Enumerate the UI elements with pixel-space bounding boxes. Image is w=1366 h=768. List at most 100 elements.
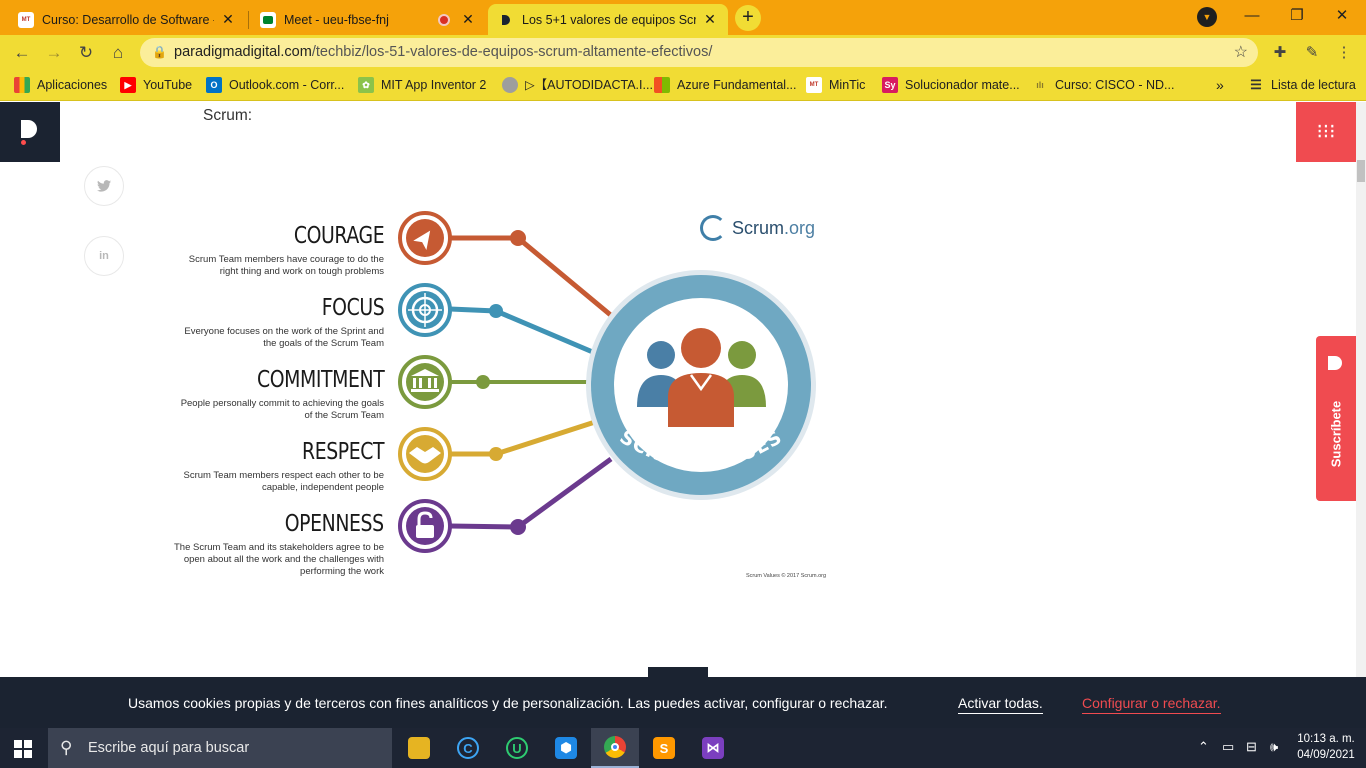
reading-list-button[interactable]: ☰ Lista de lectura: [1248, 70, 1356, 100]
close-window-button[interactable]: ✕: [1320, 4, 1364, 30]
svg-text:SCRUM VALUES: SCRUM VALUES: [616, 429, 787, 473]
box-icon[interactable]: ⬢: [542, 728, 590, 768]
browser-toolbar: ← → ↻ ⌂ 🔒 paradigmadigital.com/techbiz/l…: [0, 35, 1366, 70]
paradigma-logo[interactable]: [0, 102, 60, 162]
close-tab-icon[interactable]: ✕: [220, 11, 236, 28]
tab-separator: [248, 11, 249, 29]
outlook-icon: O: [206, 77, 222, 93]
handshake-icon: [398, 427, 452, 481]
visual-studio-icon[interactable]: ⋈: [689, 728, 737, 768]
bookmark-label: Solucionador mate...: [905, 78, 1020, 92]
bookmark-mit-app-inventor[interactable]: ✿ MIT App Inventor 2: [358, 70, 486, 100]
grid-menu-icon: ⁝⁝⁝: [1316, 121, 1336, 143]
file-explorer-icon[interactable]: [395, 728, 443, 768]
value-desc-commitment: People personally commit to achieving th…: [180, 398, 384, 421]
scrum-org-swirl-icon: [700, 215, 726, 241]
taskbar-search-placeholder: Escribe aquí para buscar: [88, 740, 250, 756]
search-icon: ⚲: [60, 738, 73, 757]
more-bookmarks-button[interactable]: »: [1216, 70, 1224, 100]
rocket-icon: [398, 211, 452, 265]
bookmark-azure[interactable]: Azure Fundamental...: [654, 70, 797, 100]
cisco-icon: ılı: [1036, 80, 1044, 90]
reload-icon[interactable]: ↻: [72, 39, 100, 67]
bookmark-label: Curso: CISCO - ND...: [1055, 78, 1175, 92]
bookmark-star-icon[interactable]: ☆: [1234, 38, 1248, 67]
lock-icon: 🔒: [152, 45, 167, 59]
recording-icon: [438, 13, 450, 26]
minimize-button[interactable]: —: [1230, 4, 1274, 30]
address-bar[interactable]: 🔒 paradigmadigital.com/techbiz/los-51-va…: [140, 38, 1258, 67]
bookmark-symbolab[interactable]: Sy Solucionador mate...: [882, 70, 1020, 100]
reading-list-icon: ☰: [1250, 77, 1262, 92]
upwork-icon[interactable]: U: [493, 728, 541, 768]
paradigma-icon: [498, 12, 514, 28]
profile-icon[interactable]: ▼: [1197, 7, 1217, 27]
share-twitter-button[interactable]: [84, 166, 124, 206]
scrum-org-suffix: .org: [784, 217, 816, 238]
chrome-icon[interactable]: [591, 728, 639, 768]
apps-grid-icon: [14, 77, 30, 93]
connector-openness: [449, 456, 613, 535]
bank-icon: [398, 355, 452, 409]
value-desc-focus: Everyone focuses on the work of the Spri…: [184, 326, 384, 349]
url-host: paradigmadigital.com: [174, 44, 312, 60]
page-scrollbar[interactable]: [1356, 102, 1366, 678]
connector-respect: [450, 419, 596, 461]
bookmark-label: YouTube: [143, 78, 193, 92]
connector-focus: [449, 304, 596, 356]
symbolab-icon: Sy: [882, 77, 898, 93]
reading-list-label: Lista de lectura: [1271, 78, 1356, 92]
value-title-openness: OPENNESS: [285, 511, 384, 537]
cookie-accept-link[interactable]: Activar todas.: [958, 695, 1043, 714]
linkedin-icon: in: [99, 250, 109, 262]
tray-expand-icon[interactable]: ⌃: [1198, 739, 1209, 755]
bookmark-mintic[interactable]: MT MinTic: [806, 70, 865, 100]
youtube-icon: ▶: [120, 77, 136, 93]
forward-icon[interactable]: →: [40, 39, 68, 67]
mision-tic-icon: MT: [18, 11, 34, 28]
bookmark-outlook[interactable]: O Outlook.com - Corr...: [206, 70, 344, 100]
tab-meet[interactable]: Meet - ueu-fbse-fnj ✕: [250, 4, 486, 35]
ccleaner-icon[interactable]: C: [444, 728, 492, 768]
new-tab-button[interactable]: +: [735, 5, 761, 31]
extension-pen-icon[interactable]: ✎: [1298, 39, 1326, 67]
taskbar-search-box[interactable]: ⚲ Escribe aquí para buscar: [48, 728, 392, 768]
bookmark-aplicaciones[interactable]: Aplicaciones: [14, 70, 107, 100]
back-icon[interactable]: ←: [8, 39, 36, 67]
extensions-icon[interactable]: ✚: [1266, 39, 1294, 67]
bookmarks-bar: Aplicaciones ▶ YouTube O Outlook.com - Cor…: [0, 70, 1366, 101]
volume-icon[interactable]: 🕪: [1270, 739, 1278, 755]
maximize-button[interactable]: ❐: [1275, 4, 1319, 30]
padlock-icon: [398, 499, 452, 553]
network-icon[interactable]: ⊟: [1246, 739, 1257, 755]
scrollbar-thumb[interactable]: [1357, 160, 1365, 182]
cookie-banner: Usamos cookies propias y de terceros con…: [0, 677, 1366, 728]
bookmark-youtube[interactable]: ▶ YouTube: [120, 70, 192, 100]
clock-date: 04/09/2021: [1297, 749, 1355, 761]
tab-curso-desarrollo[interactable]: MT Curso: Desarrollo de Software - C ✕: [8, 4, 246, 35]
bookmark-cisco[interactable]: ılı Curso: CISCO - ND...: [1032, 70, 1174, 100]
taskbar-clock[interactable]: 10:13 a. m. 04/09/2021: [1294, 731, 1358, 763]
share-linkedin-button[interactable]: in: [84, 236, 124, 276]
bookmark-autodidacta[interactable]: ▷【AUTODIDACTA.I...: [502, 70, 653, 100]
close-tab-icon[interactable]: ✕: [460, 11, 476, 28]
menu-kebab-icon[interactable]: ⋮: [1330, 39, 1358, 67]
value-desc-respect: Scrum Team members respect each other to…: [183, 470, 384, 493]
cookie-configure-link[interactable]: Configurar o rechazar.: [1082, 695, 1221, 714]
home-icon[interactable]: ⌂: [104, 39, 132, 67]
tab-strip: MT Curso: Desarrollo de Software - C ✕ M…: [0, 0, 1366, 35]
close-tab-icon[interactable]: ✕: [702, 11, 718, 28]
article-lead-text: Scrum:: [203, 107, 253, 124]
bookmark-label: Outlook.com - Corr...: [229, 78, 345, 92]
value-title-commitment: COMMITMENT: [256, 367, 385, 393]
value-title-courage: COURAGE: [293, 223, 385, 249]
center-label-art: SCRUM VALUES: [616, 429, 787, 473]
sublime-icon[interactable]: S: [640, 728, 688, 768]
windows-start-icon[interactable]: [14, 740, 32, 758]
twitter-icon: [97, 180, 111, 192]
battery-icon[interactable]: ▭: [1222, 739, 1234, 755]
tab-scrum-valores[interactable]: Los 5+1 valores de equipos Scrum ✕: [488, 4, 728, 35]
site-menu-button[interactable]: ⁝⁝⁝: [1296, 102, 1356, 162]
paradigma-icon: [1328, 356, 1342, 370]
subscribe-side-button[interactable]: Suscríbete: [1316, 336, 1356, 501]
